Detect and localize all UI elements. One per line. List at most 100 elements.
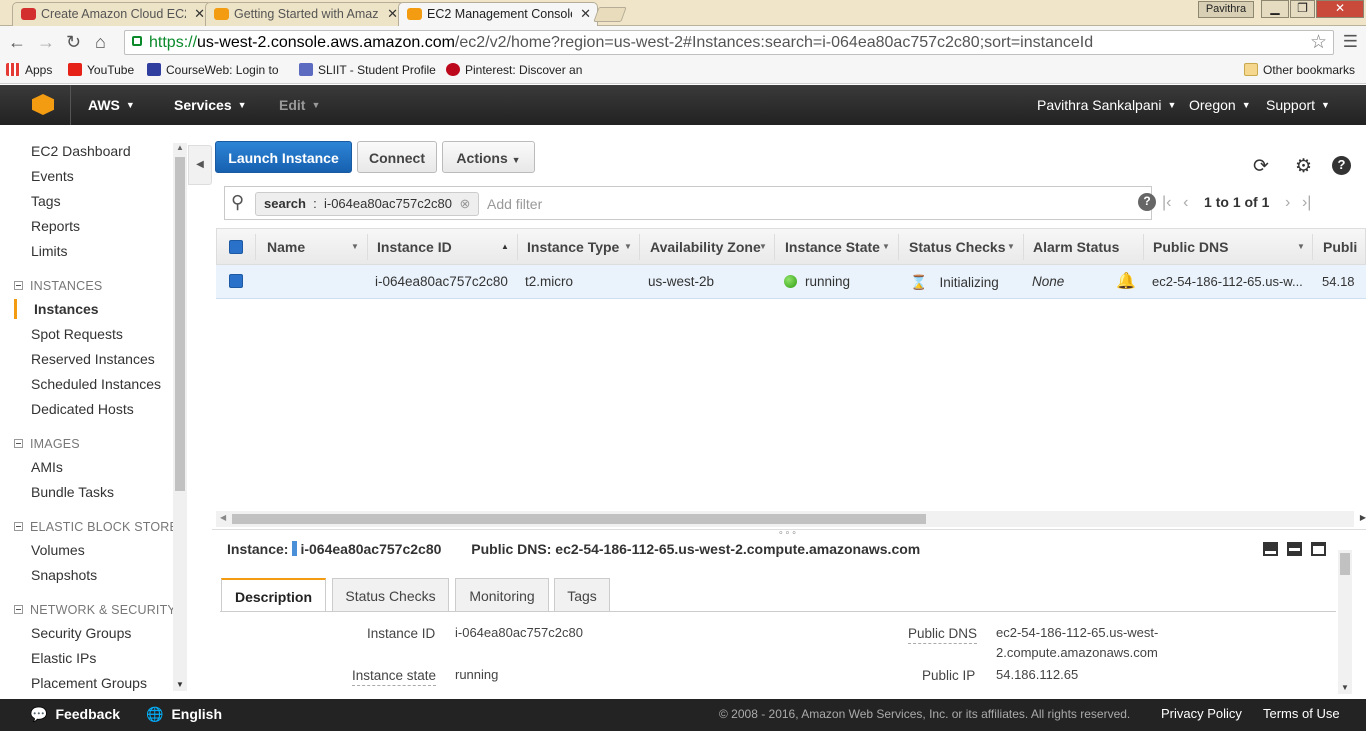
bookmark-courseweb[interactable]: CourseWeb: Login to xyxy=(147,63,279,77)
tab-monitoring[interactable]: Monitoring xyxy=(455,578,549,611)
sort-asc-icon[interactable]: ▲ xyxy=(501,242,509,251)
bookmark-youtube[interactable]: YouTube xyxy=(68,63,134,77)
bookmark-star-icon[interactable]: ☆ xyxy=(1310,31,1327,54)
aws-menu[interactable]: AWS ▼ xyxy=(88,97,135,113)
sidebar-item-reserved-instances[interactable]: Reserved Instances xyxy=(31,351,155,367)
browser-tab[interactable]: Create Amazon Cloud EC2 ✕ xyxy=(12,2,212,26)
sidebar-item-limits[interactable]: Limits xyxy=(31,243,68,259)
resize-handle-icon[interactable]: ∘∘∘ xyxy=(778,527,798,538)
sidebar-item-bundle-tasks[interactable]: Bundle Tasks xyxy=(31,484,114,500)
add-filter-input[interactable]: Add filter xyxy=(487,196,542,212)
sidebar-scrollbar[interactable]: ▲ ▼ xyxy=(173,143,187,691)
new-tab-button[interactable] xyxy=(593,7,627,22)
sidebar-section-ebs[interactable]: ELASTIC BLOCK STORE xyxy=(14,520,178,534)
scrollbar-thumb[interactable] xyxy=(232,514,926,524)
last-page-icon[interactable]: ›| xyxy=(1302,194,1311,211)
sidebar-item-dedicated-hosts[interactable]: Dedicated Hosts xyxy=(31,401,134,417)
refresh-icon[interactable]: ⟳ xyxy=(1253,155,1269,178)
column-header-status-checks[interactable]: Status Checks xyxy=(909,239,1005,255)
reload-icon[interactable]: ↻ xyxy=(66,32,81,53)
sidebar-item-events[interactable]: Events xyxy=(31,168,74,184)
column-header-public-ip[interactable]: Publi xyxy=(1323,239,1357,255)
next-page-icon[interactable]: › xyxy=(1285,194,1290,211)
select-all-checkbox[interactable] xyxy=(229,240,243,254)
help-icon[interactable]: ? xyxy=(1332,156,1351,175)
privacy-policy-link[interactable]: Privacy Policy xyxy=(1161,706,1242,721)
panel-layout-bottom-icon[interactable] xyxy=(1263,542,1278,556)
sidebar-item-snapshots[interactable]: Snapshots xyxy=(31,567,97,583)
panel-layout-split-icon[interactable] xyxy=(1287,542,1302,556)
sidebar-item-scheduled-instances[interactable]: Scheduled Instances xyxy=(31,376,161,392)
horizontal-scrollbar[interactable]: ◀ ▶ xyxy=(216,511,1366,527)
row-checkbox[interactable] xyxy=(229,274,243,288)
back-icon[interactable]: ← xyxy=(8,32,26,53)
collapse-sidebar-button[interactable]: ◀ xyxy=(188,145,212,185)
sort-caret-icon[interactable]: ▼ xyxy=(1297,242,1305,251)
sidebar-item-volumes[interactable]: Volumes xyxy=(31,542,85,558)
close-window-icon[interactable]: ✕ xyxy=(1316,0,1364,18)
sort-caret-icon[interactable]: ▼ xyxy=(882,242,890,251)
sidebar-item-spot-requests[interactable]: Spot Requests xyxy=(31,326,123,342)
column-header-public-dns[interactable]: Public DNS xyxy=(1153,239,1228,255)
tab-tags[interactable]: Tags xyxy=(554,578,610,611)
launch-instance-button[interactable]: Launch Instance xyxy=(215,141,352,173)
sort-caret-icon[interactable]: ▼ xyxy=(1007,242,1015,251)
sidebar-item-security-groups[interactable]: Security Groups xyxy=(31,625,131,641)
sort-caret-icon[interactable]: ▼ xyxy=(759,242,767,251)
tab-status-checks[interactable]: Status Checks xyxy=(332,578,449,611)
bookmark-pinterest[interactable]: Pinterest: Discover an xyxy=(446,63,582,77)
prev-page-icon[interactable]: ‹ xyxy=(1183,194,1188,211)
gear-icon[interactable]: ⚙ xyxy=(1295,155,1312,178)
maximize-icon[interactable]: ❐ xyxy=(1290,0,1315,18)
actions-button[interactable]: Actions ▼ xyxy=(442,141,535,173)
forward-icon[interactable]: → xyxy=(37,32,55,53)
column-header-instance-type[interactable]: Instance Type xyxy=(527,239,619,255)
scrollbar-thumb[interactable] xyxy=(1340,553,1350,575)
terms-of-use-link[interactable]: Terms of Use xyxy=(1263,706,1340,721)
profile-button[interactable]: Pavithra xyxy=(1198,1,1254,18)
column-header-name[interactable]: Name xyxy=(267,239,305,255)
table-row[interactable]: i-064ea80ac757c2c80 t2.micro us-west-2b … xyxy=(216,265,1366,299)
browser-tab[interactable]: Getting Started with Amaz ✕ xyxy=(205,2,405,26)
sidebar-item-reports[interactable]: Reports xyxy=(31,218,80,234)
scroll-right-icon[interactable]: ▶ xyxy=(1360,513,1366,522)
filter-search-bar[interactable]: ⚲ search : i-064ea80ac757c2c80 ⊗ Add fil… xyxy=(224,186,1156,220)
home-icon[interactable]: ⌂ xyxy=(95,32,106,53)
connect-button[interactable]: Connect xyxy=(357,141,437,173)
sidebar-section-images[interactable]: IMAGES xyxy=(14,437,80,451)
first-page-icon[interactable]: |‹ xyxy=(1162,194,1171,211)
url-bar[interactable]: https://us-west-2.console.aws.amazon.com… xyxy=(124,30,1334,55)
other-bookmarks[interactable]: Other bookmarks xyxy=(1244,63,1355,77)
filter-help-icon[interactable]: ? xyxy=(1138,193,1156,211)
scroll-left-icon[interactable]: ◀ xyxy=(220,513,226,522)
sidebar-section-instances[interactable]: INSTANCES xyxy=(14,279,102,293)
sidebar-item-tags[interactable]: Tags xyxy=(31,193,61,209)
sort-caret-icon[interactable]: ▼ xyxy=(351,242,359,251)
panel-layout-top-icon[interactable] xyxy=(1311,542,1326,556)
scroll-down-icon[interactable]: ▼ xyxy=(1341,683,1349,692)
sort-caret-icon[interactable]: ▼ xyxy=(624,242,632,251)
menu-icon[interactable]: ☰ xyxy=(1343,32,1358,52)
aws-cube-logo-icon[interactable] xyxy=(32,94,54,115)
sidebar-item-ec2-dashboard[interactable]: EC2 Dashboard xyxy=(31,143,131,159)
close-tab-icon[interactable]: ✕ xyxy=(194,6,205,22)
bookmark-sliit[interactable]: SLIIT - Student Profile xyxy=(299,63,436,77)
remove-filter-icon[interactable]: ⊗ xyxy=(460,196,471,211)
region-menu[interactable]: Oregon ▼ xyxy=(1189,97,1251,113)
column-header-alarm-status[interactable]: Alarm Status xyxy=(1033,239,1119,255)
sidebar-item-amis[interactable]: AMIs xyxy=(31,459,63,475)
column-header-instance-state[interactable]: Instance State xyxy=(785,239,880,255)
sidebar-item-instances[interactable]: Instances xyxy=(34,301,99,317)
sidebar-item-placement-groups[interactable]: Placement Groups xyxy=(31,675,147,691)
sidebar-section-network[interactable]: NETWORK & SECURITY xyxy=(14,603,176,617)
details-scrollbar[interactable]: ▼ xyxy=(1338,550,1352,694)
scroll-up-icon[interactable]: ▲ xyxy=(176,143,184,152)
close-tab-icon[interactable]: ✕ xyxy=(580,6,591,22)
user-menu[interactable]: Pavithra Sankalpani ▼ xyxy=(1037,97,1176,113)
close-tab-icon[interactable]: ✕ xyxy=(387,6,398,22)
support-menu[interactable]: Support ▼ xyxy=(1266,97,1330,113)
feedback-link[interactable]: 💬 Feedback xyxy=(30,706,120,723)
create-alarm-icon[interactable]: 🔔 xyxy=(1116,271,1136,291)
minimize-icon[interactable]: ▁ xyxy=(1261,0,1289,18)
language-selector[interactable]: 🌐 English xyxy=(146,706,222,723)
